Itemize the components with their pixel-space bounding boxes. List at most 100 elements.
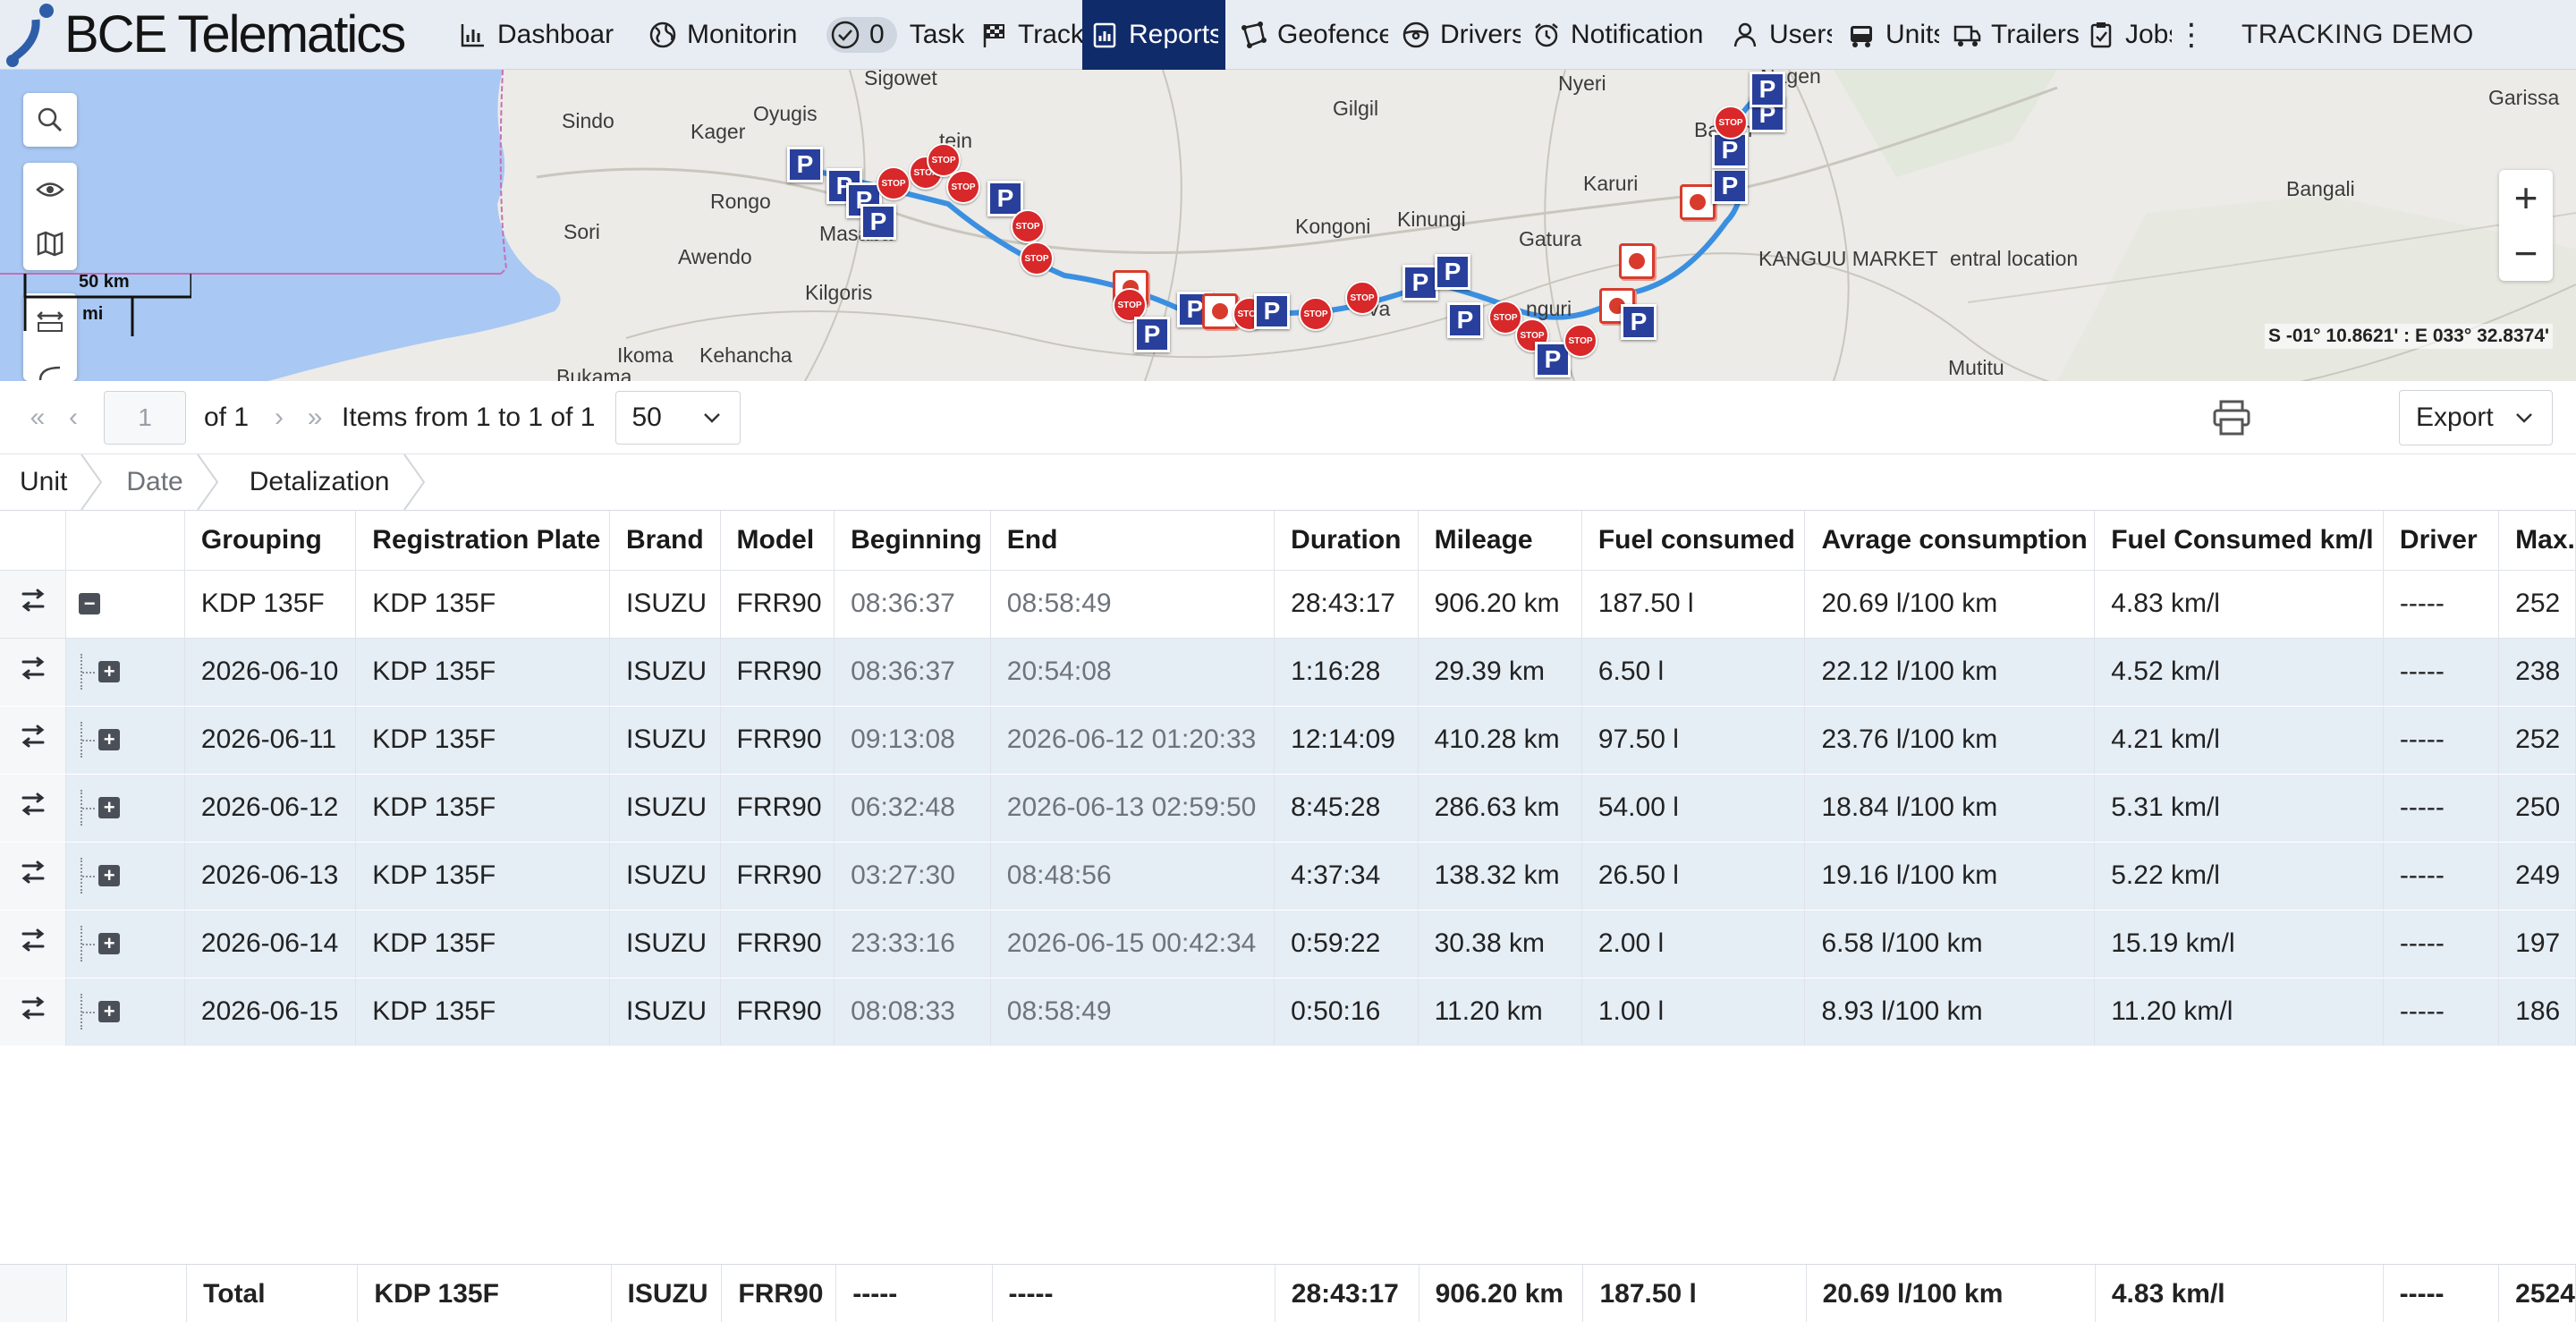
- stop-marker[interactable]: STOP: [946, 170, 980, 204]
- parking-marker[interactable]: P: [1712, 168, 1748, 204]
- nav-units[interactable]: Units: [1832, 0, 1939, 70]
- prev-page-icon[interactable]: ‹: [55, 403, 91, 433]
- table-row[interactable]: +2026-06-11 KDP 135F ISUZU FRR90 09:13:08 202…: [0, 706, 2576, 775]
- totals-table: Total KDP 135F ISUZU FRR90 ----- ----- 28:43:1…: [0, 1265, 2576, 1322]
- column-header[interactable]: Mileage: [1418, 511, 1582, 571]
- parking-marker[interactable]: P: [1621, 304, 1657, 340]
- nav-jobs[interactable]: Jobs: [2082, 0, 2172, 70]
- column-header[interactable]: Duration: [1274, 511, 1419, 571]
- nav-monitoring[interactable]: Monitorin: [628, 0, 810, 70]
- first-page-icon[interactable]: «: [20, 403, 55, 433]
- expand-icon[interactable]: +: [65, 842, 185, 911]
- column-header[interactable]: Driver: [2383, 511, 2500, 571]
- map-icon[interactable]: [23, 216, 77, 270]
- stop-marker[interactable]: STOP: [1345, 281, 1379, 315]
- table-row[interactable]: +2026-06-15 KDP 135F ISUZU FRR90 08:08:33 08:…: [0, 978, 2576, 1047]
- parking-marker[interactable]: P: [1254, 293, 1290, 329]
- table-cell: 197: [2498, 910, 2576, 979]
- group-row[interactable]: − KDP 135F KDP 135F ISUZU FRR90 08:36:37 08:58…: [0, 570, 2576, 639]
- parking-marker[interactable]: P: [787, 147, 823, 182]
- column-header[interactable]: Grouping: [184, 511, 357, 571]
- breadcrumb-date[interactable]: Date: [99, 454, 218, 510]
- fuel-marker[interactable]: [1680, 184, 1716, 220]
- eye-icon[interactable]: [23, 163, 77, 216]
- parking-marker[interactable]: P: [1435, 254, 1470, 290]
- nav-notifications[interactable]: Notification: [1521, 0, 1717, 70]
- account-name[interactable]: TRACKING DEMO: [2241, 20, 2474, 50]
- stop-marker[interactable]: STOP: [1011, 209, 1045, 243]
- table-row[interactable]: +2026-06-10 KDP 135F ISUZU FRR90 08:36:37 20:…: [0, 638, 2576, 707]
- column-header[interactable]: Fuel consumed: [1581, 511, 1806, 571]
- expand-icon[interactable]: +: [65, 706, 185, 775]
- table-row[interactable]: +2026-06-13 KDP 135F ISUZU FRR90 03:27:30 08:…: [0, 842, 2576, 911]
- report-table: Grouping Registration Plate Brand Model …: [0, 510, 2576, 1322]
- page-size-select[interactable]: 50: [614, 390, 741, 445]
- page-size-value: 50: [631, 402, 662, 432]
- drilldown-icon[interactable]: [0, 638, 67, 707]
- expand-icon[interactable]: +: [65, 638, 185, 707]
- kebab-menu-icon[interactable]: ⋮: [2172, 0, 2211, 70]
- column-header[interactable]: Fuel Consumed km/l: [2094, 511, 2384, 571]
- table-cell: KDP 135F: [355, 910, 610, 979]
- drilldown-icon[interactable]: [0, 570, 67, 639]
- last-page-icon[interactable]: »: [297, 403, 333, 433]
- column-header[interactable]: Beginning: [834, 511, 991, 571]
- breadcrumb-detalization[interactable]: Detalization: [216, 454, 425, 510]
- map-place-label: entral location: [1950, 247, 2079, 270]
- table-cell: 12:14:09: [1274, 706, 1419, 775]
- column-header[interactable]: Avrage consumption: [1804, 511, 2096, 571]
- column-header[interactable]: Registration Plate: [355, 511, 610, 571]
- print-button[interactable]: [2209, 395, 2254, 440]
- expand-icon[interactable]: +: [65, 774, 185, 843]
- total-cell: 906.20 km: [1419, 1265, 1584, 1322]
- expand-icon[interactable]: +: [65, 910, 185, 979]
- expand-icon[interactable]: +: [65, 978, 185, 1047]
- table-cell: 2026-06-13: [184, 842, 357, 911]
- nav-trailers[interactable]: Trailers: [1939, 0, 2082, 70]
- table-cell: -----: [2383, 570, 2500, 639]
- parking-marker[interactable]: P: [1402, 265, 1438, 301]
- map-view[interactable]: Sindo Kager Oyugis Sigowet tein Nyeri Gi…: [0, 70, 2576, 381]
- map-place-label: Ikoma: [617, 343, 674, 367]
- column-header[interactable]: Model: [720, 511, 835, 571]
- stop-marker[interactable]: STOP: [1563, 324, 1597, 358]
- drilldown-icon[interactable]: [0, 842, 67, 911]
- nav-tracks[interactable]: Tracks: [964, 0, 1082, 70]
- nav-reports[interactable]: Reports: [1082, 0, 1225, 70]
- column-header[interactable]: Max.: [2498, 511, 2576, 571]
- fuel-marker[interactable]: [1619, 243, 1655, 279]
- chevron-down-icon: [703, 412, 720, 423]
- nav-tasks[interactable]: 0 Task: [810, 0, 964, 70]
- export-dropdown[interactable]: Export: [2399, 390, 2553, 445]
- column-header[interactable]: Brand: [609, 511, 721, 571]
- nav-dashboard[interactable]: Dashboar: [458, 0, 628, 70]
- parking-marker[interactable]: P: [1447, 302, 1483, 338]
- zoom-out-button[interactable]: −: [2499, 225, 2553, 281]
- drilldown-icon[interactable]: [0, 910, 67, 979]
- parking-marker[interactable]: P: [860, 204, 896, 240]
- drilldown-icon[interactable]: [0, 706, 67, 775]
- stop-marker[interactable]: STOP: [1299, 297, 1333, 331]
- collapse-icon[interactable]: −: [65, 570, 185, 639]
- drilldown-icon[interactable]: [0, 774, 67, 843]
- nav-geofence[interactable]: Geofence: [1225, 0, 1388, 70]
- map-search-tool[interactable]: [23, 93, 77, 147]
- next-page-icon[interactable]: ›: [261, 403, 297, 433]
- zoom-in-button[interactable]: +: [2499, 170, 2553, 225]
- stop-marker[interactable]: STOP: [1714, 106, 1748, 140]
- table-row[interactable]: +2026-06-12 KDP 135F ISUZU FRR90 06:32:48 202…: [0, 774, 2576, 843]
- search-icon[interactable]: [23, 93, 77, 147]
- nav-users[interactable]: Users: [1717, 0, 1832, 70]
- page-number-input[interactable]: 1: [104, 390, 186, 445]
- parking-marker[interactable]: P: [1134, 317, 1170, 352]
- stop-marker[interactable]: STOP: [1020, 242, 1054, 275]
- drilldown-icon[interactable]: [0, 978, 67, 1047]
- table-row[interactable]: +2026-06-14 KDP 135F ISUZU FRR90 23:33:16 202…: [0, 910, 2576, 979]
- breadcrumb-unit[interactable]: Unit: [0, 454, 103, 510]
- stop-marker[interactable]: STOP: [877, 166, 911, 200]
- brand-logo[interactable]: BCE Telematics: [0, 0, 458, 70]
- parking-marker[interactable]: P: [1750, 72, 1785, 107]
- column-header[interactable]: End: [990, 511, 1275, 571]
- task-count-badge: 0: [826, 16, 897, 53]
- nav-drivers[interactable]: Drivers: [1388, 0, 1521, 70]
